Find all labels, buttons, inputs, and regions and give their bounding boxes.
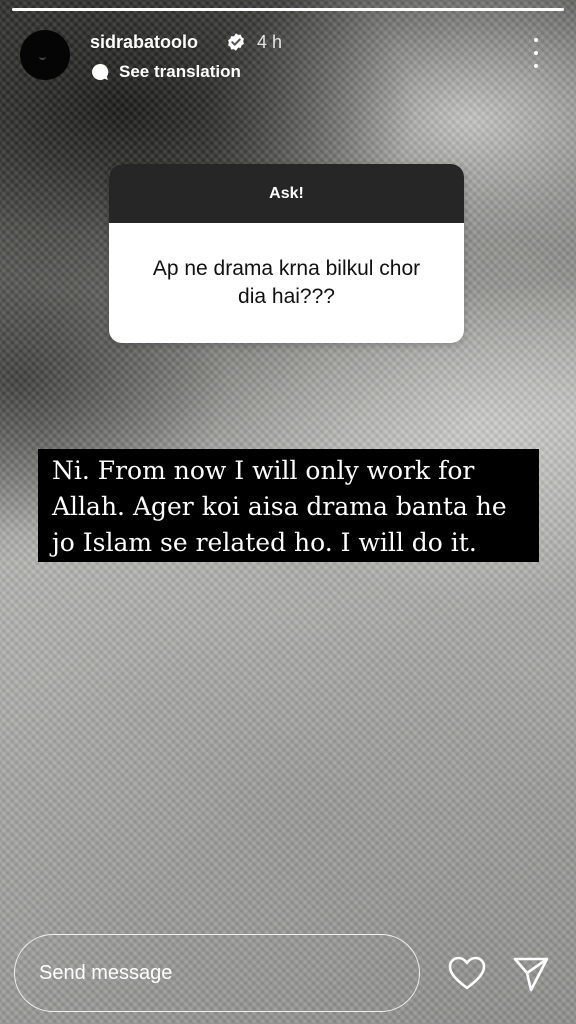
more-dot: [534, 64, 538, 68]
question-sticker-header: Ask!: [109, 164, 464, 223]
answer-line: Ni. From now I will only work for: [52, 456, 475, 485]
paper-plane-icon[interactable]: [511, 954, 551, 994]
story-progress-bar: [12, 8, 564, 11]
heart-icon[interactable]: [447, 954, 487, 994]
story-time-ago: 4 h: [257, 32, 283, 52]
avatar[interactable]: [20, 30, 70, 80]
more-options-icon[interactable]: [524, 38, 548, 68]
see-translation-link[interactable]: See translation: [119, 62, 241, 82]
verified-badge-icon: [228, 33, 244, 51]
answer-line: jo Islam se related ho. I will do it.: [52, 528, 477, 557]
answer-text-block: Ni. From now I will only work for Allah.…: [38, 449, 539, 562]
answer-line: Allah. Ager koi aisa drama banta he: [52, 492, 507, 521]
send-message-input[interactable]: Send message: [14, 934, 420, 1012]
avatar-mark: [39, 54, 46, 60]
translation-bubble-icon[interactable]: [90, 62, 110, 82]
question-sticker[interactable]: Ask! Ap ne drama krna bilkul chor dia ha…: [109, 164, 464, 343]
send-message-placeholder: Send message: [39, 961, 173, 984]
story-progress-fill: [12, 8, 564, 11]
more-dot: [534, 51, 538, 55]
story-username[interactable]: sidrabatoolo: [90, 32, 198, 53]
question-text: Ap ne drama krna bilkul chor dia hai???: [152, 257, 421, 308]
more-dot: [534, 38, 538, 42]
